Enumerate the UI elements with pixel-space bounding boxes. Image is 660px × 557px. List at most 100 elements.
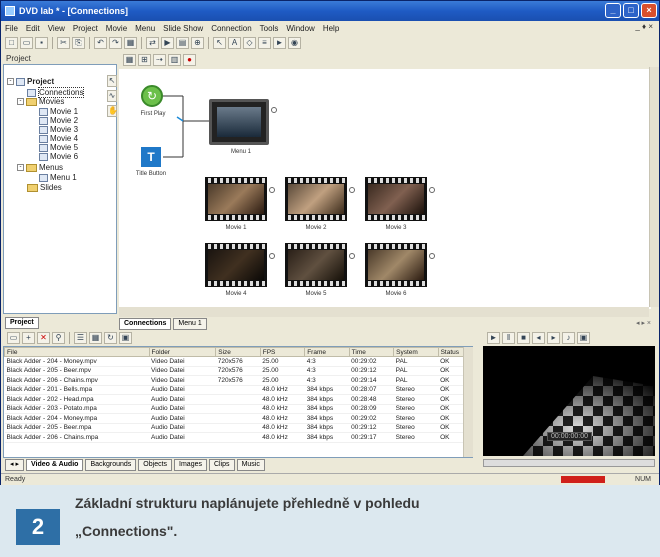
menu-help[interactable]: Help xyxy=(323,24,339,33)
table-row[interactable]: Black Adder - 201 - Bells.mpa Audio Datei… xyxy=(4,385,472,395)
tab-connections[interactable]: Connections xyxy=(119,318,172,330)
next-icon[interactable]: ▸ xyxy=(547,332,560,344)
tab-backgrounds[interactable]: Backgrounds xyxy=(85,459,137,471)
grid-icon[interactable]: ▦ xyxy=(124,37,137,49)
table-row[interactable]: Black Adder - 204 - Money.mpv Video Datei… xyxy=(4,356,472,367)
connections-canvas[interactable]: ↻ First Play T Title Button Menu 1 Movie… xyxy=(119,69,651,309)
image-icon[interactable]: ▣ xyxy=(119,332,132,344)
thumb-view-icon[interactable]: ▦ xyxy=(89,332,102,344)
snapshot-icon[interactable]: ▣ xyxy=(577,332,590,344)
tab-clips[interactable]: Clips xyxy=(209,459,235,471)
tree-movie[interactable]: Movie 6 xyxy=(39,152,78,161)
menu-connection[interactable]: Connection xyxy=(211,24,251,33)
table-row[interactable]: Black Adder - 203 - Potato.mpa Audio Date… xyxy=(4,404,472,414)
menu-view[interactable]: View xyxy=(48,24,65,33)
open-icon[interactable]: ▭ xyxy=(20,37,33,49)
table-row[interactable]: Black Adder - 205 - Beer.mpa Audio Datei 4… xyxy=(4,423,472,433)
burn-icon[interactable]: ◉ xyxy=(288,37,301,49)
connect-icon[interactable]: ⇄ xyxy=(146,37,159,49)
movie-node[interactable] xyxy=(285,243,347,287)
new-icon[interactable]: □ xyxy=(5,37,18,49)
movie-pin[interactable] xyxy=(269,253,275,259)
prev-icon[interactable]: ◂ xyxy=(532,332,545,344)
menu-slideshow[interactable]: Slide Show xyxy=(163,24,203,33)
movie-pin[interactable] xyxy=(429,253,435,259)
record-icon[interactable]: ● xyxy=(183,54,196,66)
folder-icon[interactable]: ▭ xyxy=(7,332,20,344)
first-play-icon[interactable]: ↻ xyxy=(141,85,163,107)
tab-images[interactable]: Images xyxy=(174,459,207,471)
movie-pin[interactable] xyxy=(349,187,355,193)
maximize-button[interactable]: □ xyxy=(623,3,639,18)
table-row[interactable]: Black Adder - 205 - Beer.mpv Video Datei 7… xyxy=(4,366,472,376)
preview-seekbar[interactable] xyxy=(483,459,655,467)
movie-node[interactable] xyxy=(205,243,267,287)
col-size[interactable]: Size xyxy=(215,347,261,357)
cut-icon[interactable]: ✂ xyxy=(57,37,70,49)
movie-node[interactable] xyxy=(285,177,347,221)
undo-icon[interactable]: ↶ xyxy=(94,37,107,49)
tree-movie[interactable]: Movie 3 xyxy=(39,125,78,134)
save-icon[interactable]: ▪ xyxy=(35,37,48,49)
movie-pin[interactable] xyxy=(349,253,355,259)
canvas-hscrollbar[interactable] xyxy=(119,307,649,317)
tab-menu1[interactable]: Menu 1 xyxy=(173,318,207,330)
movie-node[interactable] xyxy=(205,177,267,221)
copy-icon[interactable]: ⎘ xyxy=(72,37,85,49)
stop-icon[interactable]: ■ xyxy=(517,332,530,344)
text-icon[interactable]: A xyxy=(228,37,241,49)
movie-icon[interactable]: ▶ xyxy=(161,37,174,49)
tab-objects[interactable]: Objects xyxy=(138,459,173,471)
menu-project[interactable]: Project xyxy=(73,24,98,33)
title-button-icon[interactable]: T xyxy=(141,147,161,167)
col-frame[interactable]: Frame xyxy=(304,347,350,357)
arrange-icon[interactable]: ⊞ xyxy=(138,54,151,66)
link-icon[interactable]: ⇢ xyxy=(153,54,166,66)
refresh-icon[interactable]: ↻ xyxy=(104,332,117,344)
col-system[interactable]: System xyxy=(393,347,439,357)
movie-pin[interactable] xyxy=(429,187,435,193)
play-icon[interactable]: ► xyxy=(273,37,286,49)
assets-vscrollbar[interactable] xyxy=(463,347,473,457)
table-row[interactable]: Black Adder - 206 - Chains.mpv Video Date… xyxy=(4,375,472,386)
menu-window[interactable]: Window xyxy=(286,24,314,33)
menu-edit[interactable]: Edit xyxy=(26,24,40,33)
tab-music[interactable]: Music xyxy=(236,459,265,471)
movie-pin[interactable] xyxy=(269,187,275,193)
play-icon[interactable]: ► xyxy=(487,332,500,344)
filter-icon[interactable]: ⚲ xyxy=(52,332,65,344)
tree-menu[interactable]: Menu 1 xyxy=(39,173,77,182)
menu-file[interactable]: File xyxy=(5,24,18,33)
tree-movies-folder[interactable]: - Movies xyxy=(17,97,64,106)
mdi-controls[interactable]: _ ♦ × xyxy=(635,22,653,31)
link-tool-icon[interactable]: ∿ xyxy=(107,90,117,102)
movie-node[interactable] xyxy=(365,177,427,221)
volume-icon[interactable]: ♪ xyxy=(562,332,575,344)
add-icon[interactable]: + xyxy=(22,332,35,344)
tab-project[interactable]: Project xyxy=(5,317,39,329)
table-row[interactable]: Black Adder - 204 - Money.mpa Audio Datei… xyxy=(4,413,472,424)
tree-movie[interactable]: Movie 5 xyxy=(39,143,78,152)
shape-icon[interactable]: ◇ xyxy=(243,37,256,49)
tree-menus-folder[interactable]: - Menus xyxy=(17,163,63,172)
menu-menu[interactable]: Menu xyxy=(135,24,155,33)
menu-movie[interactable]: Movie xyxy=(106,24,127,33)
tree-slides-folder[interactable]: Slides xyxy=(27,183,62,192)
pointer-icon[interactable]: ↖ xyxy=(213,37,226,49)
table-row[interactable]: Black Adder - 202 - Head.mpa Audio Datei 4… xyxy=(4,394,472,405)
close-button[interactable]: × xyxy=(641,3,657,18)
hand-tool-icon[interactable]: ✋ xyxy=(107,105,118,117)
tab-nav-arrows[interactable]: ◂ ▸ × xyxy=(636,319,651,327)
tree-movie[interactable]: Movie 1 xyxy=(39,107,78,116)
select-tool-icon[interactable]: ↖ xyxy=(107,75,117,87)
table-row[interactable]: Black Adder - 206 - Chains.mpa Audio Date… xyxy=(4,432,472,443)
movie-node[interactable] xyxy=(365,243,427,287)
preview-video[interactable]: 00:00:00:00 xyxy=(483,346,655,456)
minimize-button[interactable]: _ xyxy=(605,3,621,18)
tree-movie[interactable]: Movie 2 xyxy=(39,116,78,125)
tab-nav[interactable]: ◂ ▸ xyxy=(5,459,24,471)
col-file[interactable]: File xyxy=(4,347,150,357)
col-fps[interactable]: FPS xyxy=(259,347,306,357)
pause-icon[interactable]: ‖ xyxy=(502,332,515,344)
tree-root[interactable]: - Project xyxy=(7,77,54,86)
